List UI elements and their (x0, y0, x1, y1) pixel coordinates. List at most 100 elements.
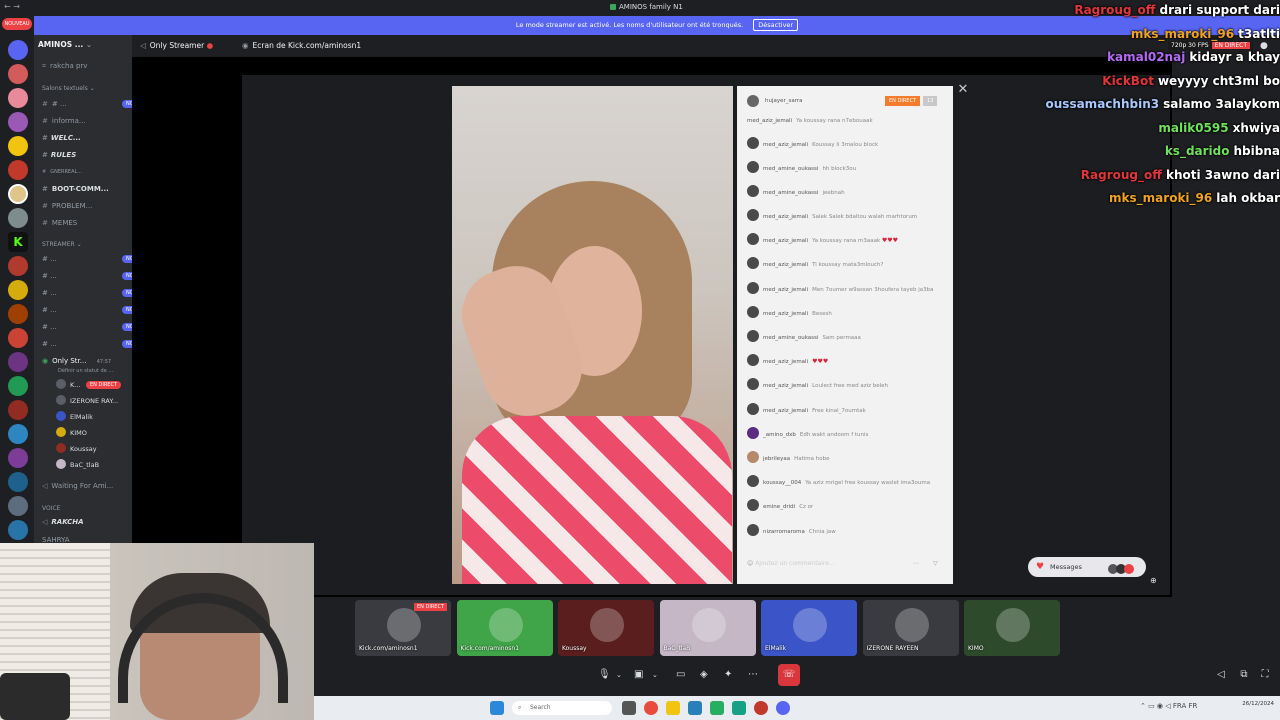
microphone-icon[interactable]: 🎙 (598, 664, 611, 686)
server-icon[interactable] (8, 352, 28, 372)
server-header[interactable]: AMINOS ... ⌄ (38, 40, 130, 52)
category-voice[interactable]: VOICE (42, 505, 60, 512)
server-icon[interactable] (8, 304, 28, 324)
channel-item[interactable]: # ... NOUVEAU (42, 252, 132, 266)
system-tray[interactable]: ⌃ ▭ ◉ ◁ FRA FR (1140, 702, 1197, 710)
server-icon[interactable] (8, 424, 28, 444)
category-streamer[interactable]: STREAMER ⌄ (42, 241, 82, 248)
avatar (488, 608, 523, 642)
server-icon[interactable] (8, 448, 28, 468)
app-icon[interactable] (688, 701, 702, 715)
leave-call-button[interactable]: ☏ (778, 664, 800, 686)
gift-icon[interactable]: ▽ (933, 560, 938, 567)
voice-user[interactable]: BaC_tlaB (56, 458, 99, 472)
server-icon[interactable] (8, 280, 28, 300)
server-icon[interactable] (8, 400, 28, 420)
server-icon[interactable] (8, 472, 28, 492)
server-icon[interactable] (8, 376, 28, 396)
taskbar-search[interactable]: ⌕ Search (512, 701, 612, 715)
kick-chat-user: Ragroug_off (1074, 3, 1156, 17)
discord-icon[interactable] (776, 701, 790, 715)
channel-item[interactable]: # ... NOUVEAU (42, 320, 132, 334)
participant-tile[interactable]: ElMalik (761, 600, 857, 656)
whatsapp-icon[interactable] (710, 701, 724, 715)
chevron-down-icon[interactable]: ⌄ (616, 664, 622, 686)
channel-item[interactable]: # BOOT-COMM... (42, 182, 109, 196)
channel-item[interactable]: # ... NOUVEAU (42, 269, 132, 283)
chat-message: med_aziz_jemali Ti koussay mata3mlouch? (747, 257, 947, 271)
task-view-icon[interactable] (622, 701, 636, 715)
channel-item[interactable]: # PROBLEM... (42, 199, 92, 213)
stream-title[interactable]: ◉ Ecran de Kick.com/aminosn1 (242, 41, 361, 50)
kick-server-icon[interactable]: K (8, 232, 28, 252)
channel-item[interactable]: # RULES (42, 148, 76, 162)
opera-icon[interactable] (754, 701, 768, 715)
server-icon[interactable] (8, 496, 28, 516)
start-icon[interactable] (490, 701, 504, 715)
voice-user[interactable]: IZERONE RAY... (56, 394, 118, 408)
messages-avatars (1108, 562, 1138, 574)
participant-tile[interactable]: EN DIRECT Kick.com/aminosn1 (355, 600, 451, 656)
voice-channel-rakcha[interactable]: ◁ RAKCHA (42, 515, 84, 529)
channel-item[interactable]: ## ... NOUVEAU (42, 97, 132, 111)
app-icon[interactable] (732, 701, 746, 715)
server-icon[interactable] (8, 208, 28, 228)
channel-item[interactable]: # ... NOUVEAU (42, 286, 132, 300)
channel-item[interactable]: # ... NOUVEAU (42, 303, 132, 317)
server-icon[interactable] (8, 64, 28, 84)
participant-tile[interactable]: KIMO (964, 600, 1060, 656)
participant-tile[interactable]: BaC_tlaB (659, 600, 756, 656)
channel-item[interactable]: # ... NOUVEAU (42, 337, 132, 351)
voice-user[interactable]: Koussay (56, 442, 97, 456)
activities-icon[interactable]: ◈ (700, 664, 708, 686)
voice-channel-waiting[interactable]: ◁ Waiting For Ami... (42, 479, 113, 493)
fullscreen-icon[interactable]: ⛶ (1258, 668, 1272, 682)
history-nav[interactable]: ← → (4, 2, 20, 11)
messages-button[interactable]: ♥ Messages (1028, 557, 1146, 577)
more-icon[interactable]: ⋯ (913, 560, 919, 567)
chrome-icon[interactable] (644, 701, 658, 715)
camera-icon[interactable]: ▣ (634, 664, 643, 686)
participant-tile[interactable]: IZERONE RAYEEN (862, 600, 959, 656)
channel-item[interactable]: # WELC... (42, 131, 81, 145)
participant-tile[interactable]: Koussay (558, 600, 654, 656)
stream-video[interactable] (452, 86, 733, 584)
disable-streamer-mode-button[interactable]: Désactiver (753, 19, 799, 31)
more-icon[interactable]: ⋯ (748, 664, 758, 686)
screen-share-icon[interactable]: ▭ (676, 664, 685, 686)
channel-item[interactable]: # informa... (42, 114, 86, 128)
server-icon[interactable] (8, 88, 28, 108)
emoji-icon[interactable]: ☺ (747, 560, 753, 567)
stream-comment-input[interactable]: ☺ Ajoutez un commentaire... ⋯ ▽ (747, 560, 943, 574)
volume-icon[interactable]: ◁ (1214, 668, 1228, 682)
server-icon[interactable] (8, 112, 28, 132)
channel-label: RULES (50, 151, 77, 159)
server-icon-home[interactable] (8, 40, 28, 60)
server-icon[interactable] (8, 160, 28, 180)
voice-status[interactable]: Définir un statut de ... (58, 364, 113, 378)
file-explorer-icon[interactable] (666, 701, 680, 715)
new-badge[interactable]: NOUVEAU (2, 18, 32, 30)
taskbar-clock[interactable]: 26/12/2024 (1234, 701, 1274, 708)
server-icon[interactable] (8, 328, 28, 348)
participant-tile[interactable]: Kick.com/aminosn1 (456, 600, 553, 656)
voice-user[interactable]: K... EN DIRECT (56, 378, 121, 392)
soundboard-icon[interactable]: ✦ (724, 664, 732, 686)
server-icon-selected[interactable] (8, 184, 28, 204)
zoom-icon[interactable]: ⊕ (1150, 576, 1157, 585)
voice-user[interactable]: ElMalik (56, 410, 93, 424)
server-icon[interactable] (8, 520, 28, 540)
channel-item[interactable]: # GNERREAL... (42, 165, 82, 179)
channel-rakcha-prv[interactable]: ⌗ rakcha prv (42, 59, 87, 73)
category-text-channels[interactable]: Salons textuels ⌄ (42, 85, 95, 92)
popout-icon[interactable]: ⧉ (1237, 668, 1251, 682)
chat-bubble-icon[interactable]: ● (1260, 41, 1268, 51)
chevron-down-icon[interactable]: ⌄ (652, 664, 658, 686)
close-icon[interactable]: ✕ (955, 82, 971, 98)
channel-label: rakcha prv (49, 62, 88, 70)
voice-user[interactable]: KIMO (56, 426, 87, 440)
server-icon[interactable] (8, 256, 28, 276)
server-icon[interactable] (8, 136, 28, 156)
category-label: Salons textuels (42, 85, 88, 92)
channel-item[interactable]: # MEMES (42, 216, 77, 230)
